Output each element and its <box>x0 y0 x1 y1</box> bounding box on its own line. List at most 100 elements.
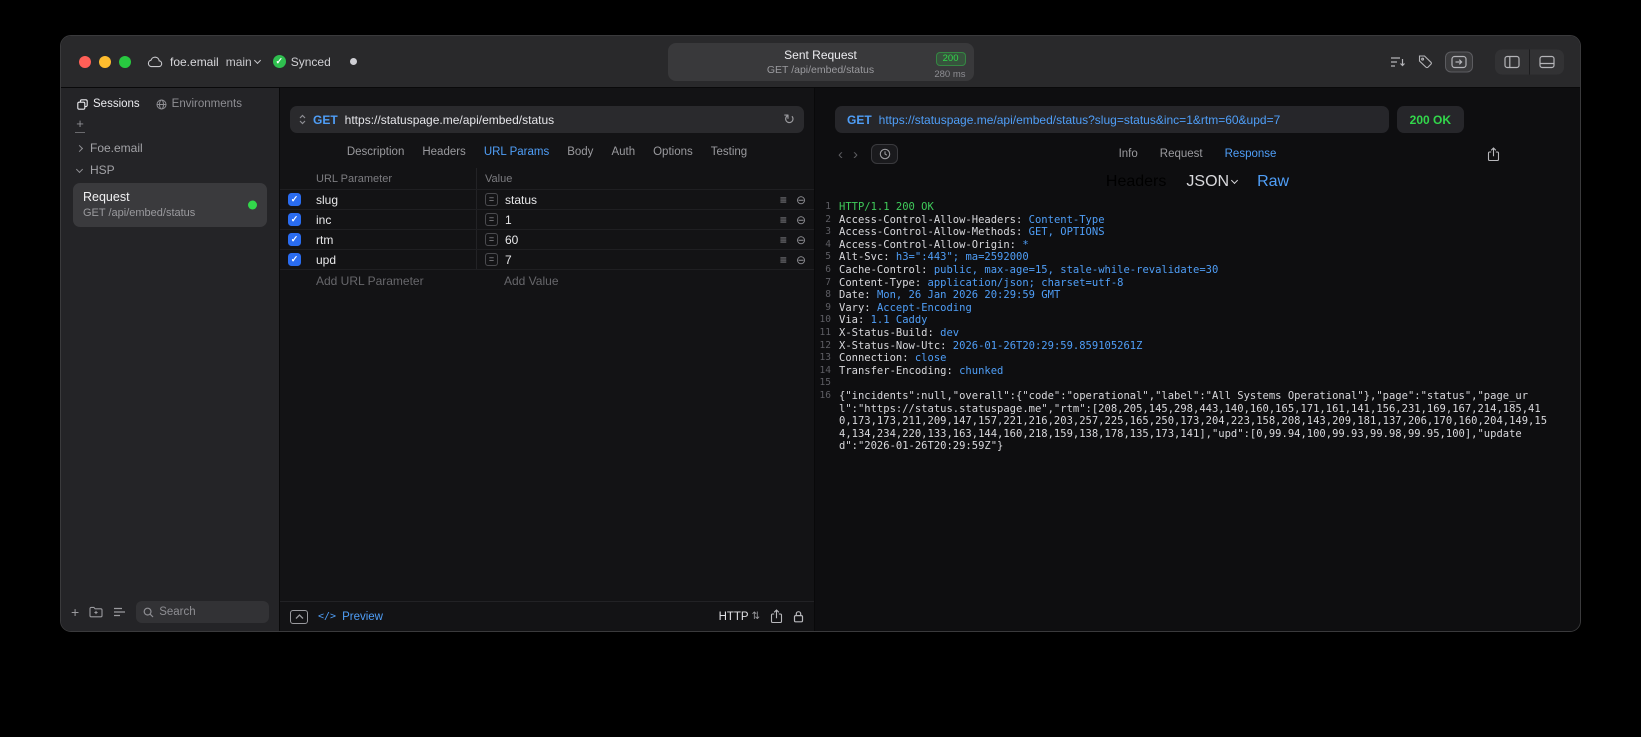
response-tab-response[interactable]: Response <box>1225 148 1277 160</box>
request-url-bar[interactable]: GET https://statuspage.me/api/embed/stat… <box>290 106 804 133</box>
tab-environments[interactable]: Environments <box>156 98 242 110</box>
param-name[interactable]: rtm <box>316 233 476 247</box>
code-line: 7 Content-Type: application/json; charset… <box>815 277 1580 290</box>
share-icon[interactable] <box>770 609 783 624</box>
request-tab-testing[interactable]: Testing <box>711 146 747 158</box>
response-request-line[interactable]: GET https://statuspage.me/api/embed/stat… <box>835 106 1389 133</box>
drag-handle-icon[interactable]: ≡ <box>780 194 787 206</box>
line-number: 15 <box>819 377 831 389</box>
param-name[interactable]: inc <box>316 213 476 227</box>
drag-handle-icon[interactable]: ≡ <box>780 254 787 266</box>
line-number: 16 <box>819 389 831 401</box>
synced-label: Synced <box>290 54 331 69</box>
zoom-button[interactable] <box>119 55 131 68</box>
code-line: 8 Date: Mon, 26 Jan 2026 20:29:59 GMT <box>815 289 1580 302</box>
param-name[interactable]: upd <box>316 253 476 267</box>
remove-param-icon[interactable]: ⊖ <box>796 234 806 246</box>
line-number: 12 <box>819 339 831 351</box>
param-value[interactable]: 1 <box>505 213 512 227</box>
response-subtab-headers[interactable]: Headers <box>1106 173 1166 191</box>
sidebar-left-icon[interactable] <box>1495 49 1529 74</box>
request-tab-auth[interactable]: Auth <box>611 146 635 158</box>
new-folder-icon[interactable] <box>89 606 103 618</box>
close-button[interactable] <box>79 55 91 68</box>
remove-param-icon[interactable]: ⊖ <box>796 254 806 266</box>
drag-handle-icon[interactable]: ≡ <box>780 234 787 246</box>
account-label[interactable]: foe.email <box>170 55 219 69</box>
param-enabled-checkbox[interactable]: ✓ <box>288 233 301 246</box>
add-session-button[interactable]: + <box>76 117 84 130</box>
request-tab-url-params[interactable]: URL Params <box>484 146 549 158</box>
method-stepper-icon[interactable] <box>299 114 306 125</box>
tab-sessions[interactable]: Sessions <box>77 98 140 110</box>
request-list-item[interactable]: Request GET /api/embed/status <box>73 183 267 227</box>
request-footer: </> Preview HTTP ⇅ <box>280 601 814 631</box>
panel-bottom-icon[interactable] <box>1529 49 1564 74</box>
param-value-cell[interactable]: = 1 <box>476 210 766 229</box>
param-enabled-checkbox[interactable]: ✓ <box>288 253 301 266</box>
request-tab-options[interactable]: Options <box>653 146 693 158</box>
response-body[interactable]: 1 HTTP/1.1 200 OK 2 Access-Control-Allow-He… <box>815 201 1580 631</box>
export-response-icon[interactable] <box>1487 146 1500 162</box>
code-line: 1 HTTP/1.1 200 OK <box>815 201 1580 214</box>
chevron-down-icon <box>253 56 261 64</box>
param-value-cell[interactable]: = 7 <box>476 250 766 269</box>
search-box[interactable] <box>136 601 269 623</box>
history-back-icon[interactable]: ‹ <box>833 146 848 163</box>
response-subtab-json[interactable]: JSON <box>1186 173 1239 191</box>
param-enabled-checkbox[interactable]: ✓ <box>288 193 301 206</box>
expand-panel-icon[interactable] <box>290 609 308 624</box>
param-value[interactable]: status <box>505 193 537 207</box>
import-export-icon[interactable] <box>1445 51 1473 72</box>
request-tab-description[interactable]: Description <box>347 146 405 158</box>
summary-path: GET /api/embed/status <box>766 64 875 76</box>
search-input[interactable] <box>159 606 262 618</box>
remove-param-icon[interactable]: ⊖ <box>796 214 806 226</box>
tag-icon[interactable] <box>1418 55 1433 69</box>
add-value-label[interactable]: Add Value <box>476 270 766 292</box>
code-line: 11 X-Status-Build: dev <box>815 327 1580 340</box>
code-line: 16 {"incidents":null,"overall":{"code":"o… <box>815 390 1580 453</box>
synced-check-icon: ✓ <box>272 55 286 68</box>
param-value-cell[interactable]: = 60 <box>476 230 766 249</box>
method-label[interactable]: GET <box>313 113 338 127</box>
response-tab-request[interactable]: Request <box>1160 148 1203 160</box>
tree-item-hsp[interactable]: HSP <box>69 159 271 181</box>
request-tab-body[interactable]: Body <box>567 146 593 158</box>
request-summary[interactable]: Sent Request GET /api/embed/status 200 2… <box>667 43 974 81</box>
add-request-button[interactable]: + <box>71 604 79 620</box>
sessions-icon <box>77 98 88 110</box>
param-name[interactable]: slug <box>316 193 476 207</box>
line-number: 3 <box>825 226 831 238</box>
tree-item-label: HSP <box>90 163 115 177</box>
param-value[interactable]: 7 <box>505 253 512 267</box>
branch-selector[interactable]: main <box>226 55 261 69</box>
history-forward-icon[interactable]: › <box>848 146 863 163</box>
history-clock-icon[interactable] <box>871 144 898 164</box>
add-parameter-label[interactable]: Add URL Parameter <box>316 274 476 288</box>
response-status-pill: 200 OK <box>1396 106 1464 133</box>
request-url[interactable]: https://statuspage.me/api/embed/status <box>345 113 777 127</box>
param-enabled-checkbox[interactable]: ✓ <box>288 213 301 226</box>
remove-param-icon[interactable]: ⊖ <box>796 194 806 206</box>
add-param-row[interactable]: Add URL Parameter Add Value <box>280 270 814 292</box>
content-area: Sessions Environments + Foe.email HSP Re… <box>61 88 1580 631</box>
response-pane: GET https://statuspage.me/api/embed/stat… <box>815 88 1580 631</box>
response-subtab-raw[interactable]: Raw <box>1257 173 1289 191</box>
response-tab-info[interactable]: Info <box>1119 148 1138 160</box>
protocol-selector[interactable]: HTTP ⇅ <box>719 611 760 623</box>
tree-item-foe-email[interactable]: Foe.email <box>69 137 271 159</box>
toolbar <box>1390 49 1564 74</box>
minimize-button[interactable] <box>99 55 111 68</box>
param-value-cell[interactable]: = status <box>476 190 766 209</box>
sort-lines-icon[interactable] <box>1390 55 1406 68</box>
resend-icon[interactable]: ↻ <box>783 111 795 128</box>
preview-button[interactable]: </> Preview <box>318 611 383 623</box>
tab-environments-label: Environments <box>171 98 242 110</box>
view-options-icon[interactable] <box>113 607 126 617</box>
request-tab-headers[interactable]: Headers <box>422 146 465 158</box>
param-value[interactable]: 60 <box>505 233 518 247</box>
line-number: 6 <box>825 263 831 275</box>
equals-icon: = <box>485 233 498 246</box>
drag-handle-icon[interactable]: ≡ <box>780 214 787 226</box>
